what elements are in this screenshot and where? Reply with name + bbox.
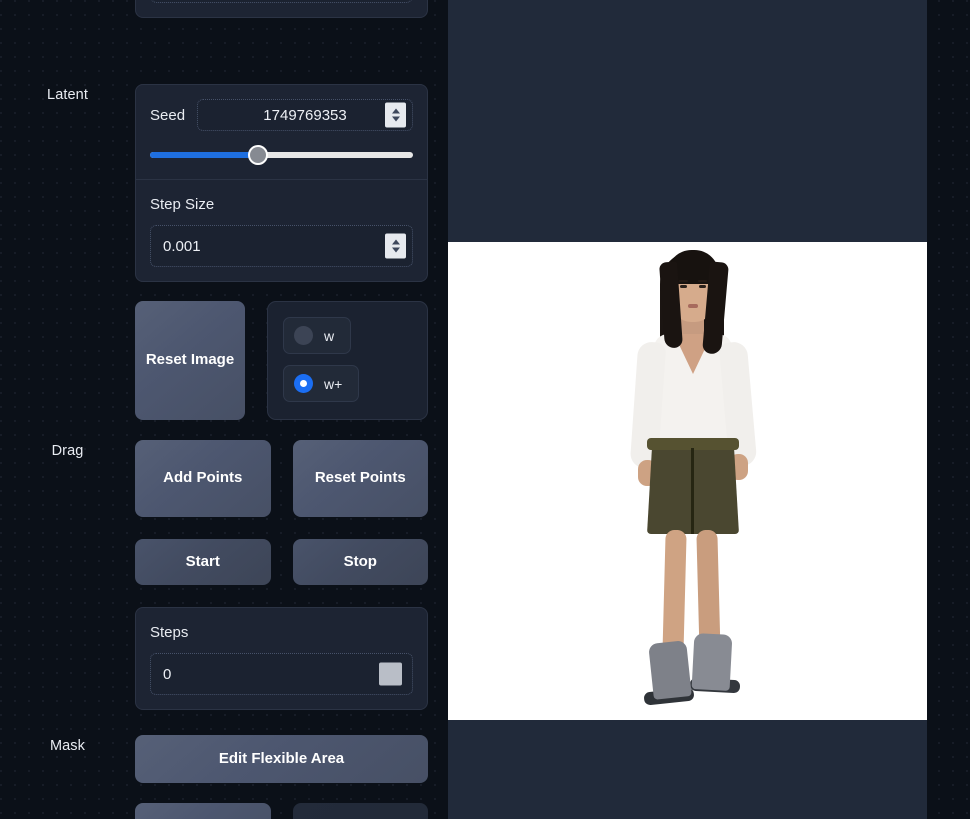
drag-section-label: Drag xyxy=(51,443,84,459)
figure-brow-right xyxy=(698,280,707,282)
figure-boot-left xyxy=(648,640,692,700)
seed-input[interactable]: 1749769353 xyxy=(197,99,413,131)
seed-slider-fill xyxy=(150,152,258,158)
start-stop-row: Start Stop xyxy=(0,539,448,585)
seed-slider[interactable] xyxy=(150,145,413,165)
latent-space-radio-group: w w+ xyxy=(267,301,428,420)
reset-space-grid: Reset Image w w+ xyxy=(135,301,428,420)
steps-stepper[interactable] xyxy=(379,662,402,686)
mask-row: Mask Edit Flexible Area xyxy=(0,735,448,783)
mask-bottom-grid xyxy=(135,803,428,819)
figure-brow-left xyxy=(679,280,688,282)
model-panel: stylegan_human_v2_512 xyxy=(135,0,428,18)
figure-eye-right xyxy=(699,285,706,288)
reset-points-button[interactable]: Reset Points xyxy=(292,440,428,517)
image-viewer-panel xyxy=(448,0,927,819)
generated-human-figure xyxy=(448,242,927,720)
step-size-value: 0.001 xyxy=(163,237,201,255)
start-stop-grid: Start Stop xyxy=(135,539,428,585)
reset-and-space-row: Reset Image w w+ xyxy=(0,301,448,420)
seed-value: 1749769353 xyxy=(263,106,347,124)
seed-line: Seed 1749769353 xyxy=(150,99,413,131)
reset-row-body: Reset Image w w+ xyxy=(135,301,448,420)
chevron-up-icon xyxy=(391,108,400,114)
chevron-down-icon xyxy=(391,116,400,122)
figure-leg-left xyxy=(662,529,687,659)
stop-button[interactable]: Stop xyxy=(292,539,428,585)
steps-row: Steps 0 xyxy=(0,607,448,710)
seed-stepper[interactable] xyxy=(385,102,406,128)
mask-bottom-button-left[interactable] xyxy=(135,803,271,819)
steps-value: 0 xyxy=(163,665,172,683)
latent-panel: Seed 1749769353 Step Size 0.001 xyxy=(135,84,428,282)
chevron-down-icon xyxy=(391,247,400,253)
latent-divider xyxy=(136,179,427,180)
figure-skirt-seam xyxy=(691,448,694,534)
radio-option-w[interactable]: w xyxy=(283,317,352,354)
latent-row-body: Seed 1749769353 Step Size 0.001 xyxy=(135,84,448,282)
add-points-button[interactable]: Add Points xyxy=(135,440,271,517)
radio-option-wplus-label: w+ xyxy=(324,375,343,392)
steps-row-body: Steps 0 xyxy=(135,607,448,710)
mask-bottom-row-label xyxy=(0,803,135,805)
model-row: stylegan_human_v2_512 xyxy=(0,0,448,18)
mask-bottom-row xyxy=(0,803,448,819)
reset-row-label xyxy=(0,301,135,303)
figure-eye-left xyxy=(680,285,687,288)
seed-slider-thumb[interactable] xyxy=(247,145,268,165)
radio-option-w-label: w xyxy=(324,327,335,344)
steps-label: Steps xyxy=(150,624,189,641)
drag-row: Drag Add Points Reset Points xyxy=(0,440,448,517)
model-dropdown[interactable]: stylegan_human_v2_512 xyxy=(150,0,413,3)
figure-mouth xyxy=(688,304,698,308)
latent-row: Latent Seed 1749769353 Step Size 0.001 xyxy=(0,84,448,282)
radio-dot-selected-icon xyxy=(294,374,313,393)
reset-image-button[interactable]: Reset Image xyxy=(135,301,245,420)
drag-row-body: Add Points Reset Points xyxy=(135,440,448,517)
steps-input[interactable]: 0 xyxy=(150,653,413,695)
step-size-input[interactable]: 0.001 xyxy=(150,225,413,267)
mask-row-body: Edit Flexible Area xyxy=(135,735,448,783)
start-stop-row-label xyxy=(0,539,135,541)
radio-dot-icon xyxy=(294,326,313,345)
edit-flexible-area-button[interactable]: Edit Flexible Area xyxy=(135,735,428,783)
mask-bottom-row-body xyxy=(135,803,448,819)
figure-boot-right xyxy=(691,633,733,691)
mask-section-label: Mask xyxy=(49,738,86,754)
seed-label: Seed xyxy=(150,106,186,124)
controls-column: stylegan_human_v2_512 Latent Seed 174976… xyxy=(0,0,448,819)
mask-bottom-button-right[interactable] xyxy=(292,803,428,819)
generated-image-canvas[interactable] xyxy=(448,242,927,720)
radio-option-wplus[interactable]: w+ xyxy=(283,365,360,402)
step-size-stepper[interactable] xyxy=(385,233,406,259)
latent-section-label: Latent xyxy=(47,87,88,103)
start-stop-row-body: Start Stop xyxy=(135,539,448,585)
start-button[interactable]: Start xyxy=(135,539,271,585)
model-row-body: stylegan_human_v2_512 xyxy=(135,0,448,18)
drag-points-grid: Add Points Reset Points xyxy=(135,440,428,517)
steps-panel: Steps 0 xyxy=(135,607,428,710)
step-size-label: Step Size xyxy=(150,196,215,213)
steps-row-label xyxy=(0,607,135,609)
draggan-app: stylegan_human_v2_512 Latent Seed 174976… xyxy=(0,0,970,819)
chevron-up-icon xyxy=(391,239,400,245)
